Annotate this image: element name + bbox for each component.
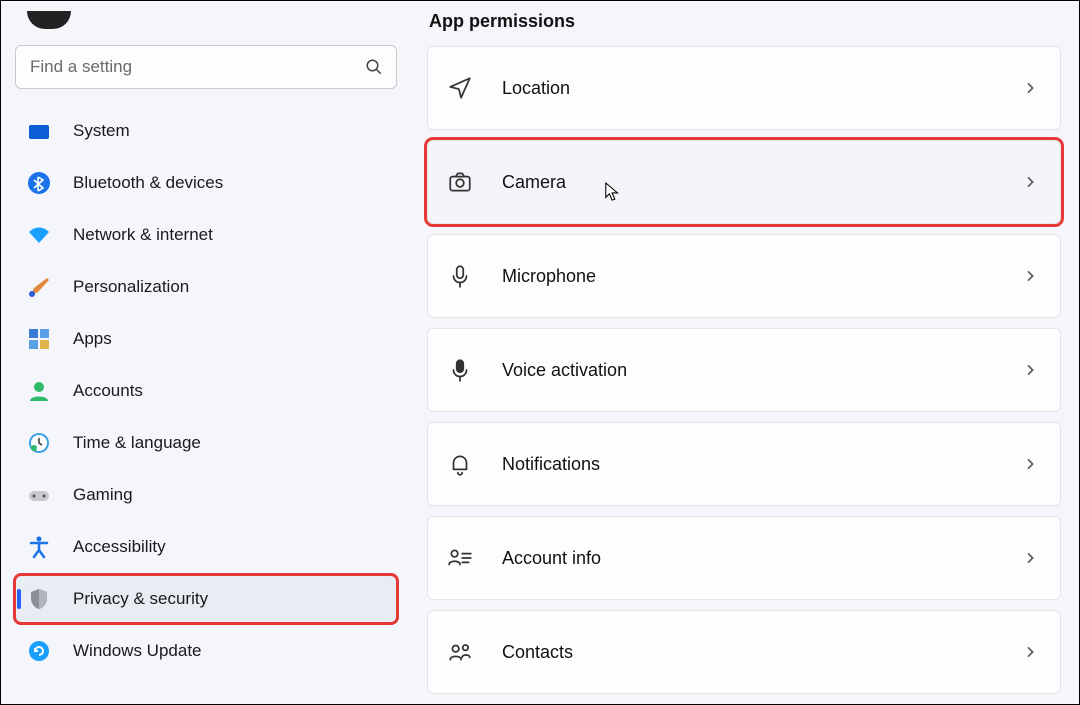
- chevron-right-icon: [1022, 80, 1038, 96]
- permission-label: Account info: [502, 548, 1022, 569]
- sidebar-item-label: Gaming: [73, 485, 133, 505]
- sidebar-item-accessibility[interactable]: Accessibility: [15, 523, 397, 571]
- sidebar-item-label: Windows Update: [73, 641, 202, 661]
- camera-icon: [446, 168, 474, 196]
- bluetooth-icon: [27, 171, 51, 195]
- sidebar-item-bluetooth[interactable]: Bluetooth & devices: [15, 159, 397, 207]
- apps-icon: [27, 327, 51, 351]
- permission-label: Voice activation: [502, 360, 1022, 381]
- permission-item-location[interactable]: Location: [427, 46, 1061, 130]
- sidebar-item-label: Apps: [73, 329, 112, 349]
- system-icon: [27, 119, 51, 143]
- sidebar-item-label: Accounts: [73, 381, 143, 401]
- sidebar-item-label: Accessibility: [73, 537, 166, 557]
- sidebar-item-label: Time & language: [73, 433, 201, 453]
- search-icon: [365, 58, 383, 76]
- section-title: App permissions: [427, 1, 1061, 46]
- gaming-icon: [27, 483, 51, 507]
- permission-list: Location Camera Microphone Voice activation…: [427, 46, 1061, 694]
- sidebar-item-apps[interactable]: Apps: [15, 315, 397, 363]
- permission-item-microphone[interactable]: Microphone: [427, 234, 1061, 318]
- sidebar-item-label: Bluetooth & devices: [73, 173, 223, 193]
- permission-label: Notifications: [502, 454, 1022, 475]
- permission-item-contacts[interactable]: Contacts: [427, 610, 1061, 694]
- brush-icon: [27, 275, 51, 299]
- update-icon: [27, 639, 51, 663]
- bell-icon: [446, 450, 474, 478]
- permission-item-bell[interactable]: Notifications: [427, 422, 1061, 506]
- sidebar-item-label: Network & internet: [73, 225, 213, 245]
- sidebar-nav: System Bluetooth & devices Network & inter…: [15, 107, 397, 675]
- account-icon: [27, 379, 51, 403]
- sidebar-item-label: System: [73, 121, 130, 141]
- chevron-right-icon: [1022, 550, 1038, 566]
- sidebar-item-time[interactable]: Time & language: [15, 419, 397, 467]
- sidebar-item-wifi[interactable]: Network & internet: [15, 211, 397, 259]
- chevron-right-icon: [1022, 644, 1038, 660]
- main-content: App permissions Location Camera Microphone…: [411, 1, 1079, 704]
- sidebar-item-system[interactable]: System: [15, 107, 397, 155]
- permission-label: Camera: [502, 172, 1022, 193]
- time-icon: [27, 431, 51, 455]
- permission-item-camera[interactable]: Camera: [427, 140, 1061, 224]
- chevron-right-icon: [1022, 362, 1038, 378]
- permission-label: Contacts: [502, 642, 1022, 663]
- accessibility-icon: [27, 535, 51, 559]
- avatar: [27, 11, 71, 29]
- search-field[interactable]: [15, 45, 397, 89]
- chevron-right-icon: [1022, 268, 1038, 284]
- sidebar: System Bluetooth & devices Network & inter…: [1, 1, 411, 704]
- shield-icon: [27, 587, 51, 611]
- sidebar-item-gaming[interactable]: Gaming: [15, 471, 397, 519]
- wifi-icon: [27, 223, 51, 247]
- sidebar-item-brush[interactable]: Personalization: [15, 263, 397, 311]
- sidebar-item-label: Privacy & security: [73, 589, 208, 609]
- permission-label: Location: [502, 78, 1022, 99]
- sidebar-item-label: Personalization: [73, 277, 189, 297]
- sidebar-item-shield[interactable]: Privacy & security: [15, 575, 397, 623]
- permission-label: Microphone: [502, 266, 1022, 287]
- sidebar-item-account[interactable]: Accounts: [15, 367, 397, 415]
- permission-item-accountinfo[interactable]: Account info: [427, 516, 1061, 600]
- accountinfo-icon: [446, 544, 474, 572]
- voice-icon: [446, 356, 474, 384]
- permission-item-voice[interactable]: Voice activation: [427, 328, 1061, 412]
- contacts-icon: [446, 638, 474, 666]
- chevron-right-icon: [1022, 174, 1038, 190]
- search-input[interactable]: [15, 45, 397, 89]
- location-icon: [446, 74, 474, 102]
- microphone-icon: [446, 262, 474, 290]
- chevron-right-icon: [1022, 456, 1038, 472]
- sidebar-item-update[interactable]: Windows Update: [15, 627, 397, 675]
